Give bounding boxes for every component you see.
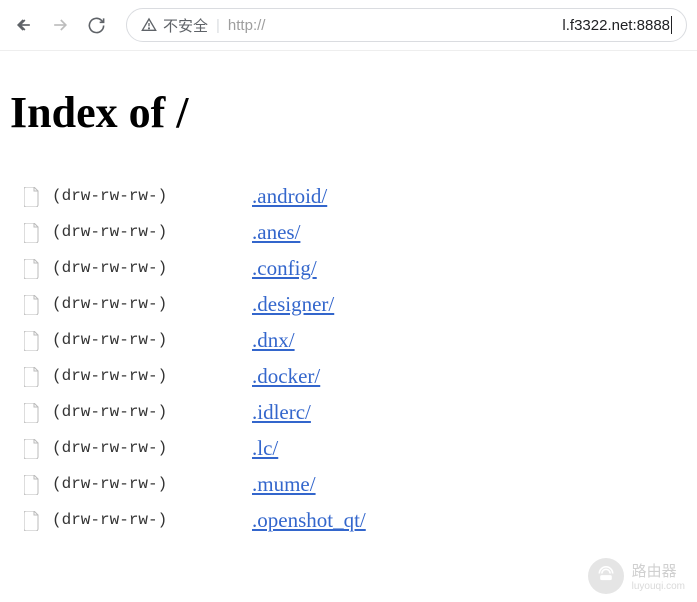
directory-link[interactable]: .mume/ (252, 472, 316, 497)
url-protocol: http:// (228, 17, 266, 34)
list-item: (drw-rw-rw-).idlerc/ (24, 394, 687, 430)
address-divider: | (216, 17, 220, 34)
directory-link[interactable]: .dnx/ (252, 328, 295, 353)
directory-link[interactable]: .openshot_qt/ (252, 508, 366, 533)
file-icon (24, 403, 42, 421)
permissions-text: (drw-rw-rw-) (52, 259, 252, 277)
text-caret (671, 16, 672, 34)
page-title: Index of / (10, 87, 687, 138)
list-item: (drw-rw-rw-).openshot_qt/ (24, 502, 687, 538)
list-item: (drw-rw-rw-).config/ (24, 250, 687, 286)
file-icon (24, 511, 42, 529)
page-content: Index of / (drw-rw-rw-).android/(drw-rw-… (0, 51, 697, 548)
directory-link[interactable]: .anes/ (252, 220, 300, 245)
reload-icon (87, 16, 106, 35)
arrow-left-icon (14, 15, 34, 35)
list-item: (drw-rw-rw-).android/ (24, 178, 687, 214)
watermark-sub: luyouqi.com (632, 581, 685, 592)
directory-link[interactable]: .android/ (252, 184, 327, 209)
directory-link[interactable]: .config/ (252, 256, 317, 281)
watermark-title: 路由器 (632, 560, 685, 581)
browser-toolbar: 不安全 | http:// l.f3322.net:8888 (0, 0, 697, 51)
permissions-text: (drw-rw-rw-) (52, 367, 252, 385)
directory-listing: (drw-rw-rw-).android/(drw-rw-rw-).anes/(… (10, 178, 687, 538)
permissions-text: (drw-rw-rw-) (52, 475, 252, 493)
file-icon (24, 295, 42, 313)
file-icon (24, 475, 42, 493)
permissions-text: (drw-rw-rw-) (52, 331, 252, 349)
directory-link[interactable]: .docker/ (252, 364, 320, 389)
reload-button[interactable] (82, 11, 110, 39)
directory-link[interactable]: .idlerc/ (252, 400, 311, 425)
list-item: (drw-rw-rw-).anes/ (24, 214, 687, 250)
permissions-text: (drw-rw-rw-) (52, 511, 252, 529)
list-item: (drw-rw-rw-).dnx/ (24, 322, 687, 358)
list-item: (drw-rw-rw-).mume/ (24, 466, 687, 502)
permissions-text: (drw-rw-rw-) (52, 295, 252, 313)
list-item: (drw-rw-rw-).designer/ (24, 286, 687, 322)
permissions-text: (drw-rw-rw-) (52, 403, 252, 421)
router-icon (588, 558, 624, 594)
directory-link[interactable]: .lc/ (252, 436, 278, 461)
forward-button[interactable] (46, 11, 74, 39)
file-icon (24, 223, 42, 241)
list-item: (drw-rw-rw-).lc/ (24, 430, 687, 466)
insecure-label: 不安全 (163, 15, 208, 36)
address-bar[interactable]: 不安全 | http:// l.f3322.net:8888 (126, 8, 687, 42)
watermark: 路由器 luyouqi.com (588, 558, 685, 594)
permissions-text: (drw-rw-rw-) (52, 439, 252, 457)
url-host: l.f3322.net:8888 (562, 17, 670, 34)
permissions-text: (drw-rw-rw-) (52, 223, 252, 241)
file-icon (24, 367, 42, 385)
arrow-right-icon (50, 15, 70, 35)
file-icon (24, 439, 42, 457)
file-icon (24, 259, 42, 277)
file-icon (24, 187, 42, 205)
list-item: (drw-rw-rw-).docker/ (24, 358, 687, 394)
back-button[interactable] (10, 11, 38, 39)
insecure-warning-icon (141, 17, 157, 33)
file-icon (24, 331, 42, 349)
permissions-text: (drw-rw-rw-) (52, 187, 252, 205)
directory-link[interactable]: .designer/ (252, 292, 334, 317)
